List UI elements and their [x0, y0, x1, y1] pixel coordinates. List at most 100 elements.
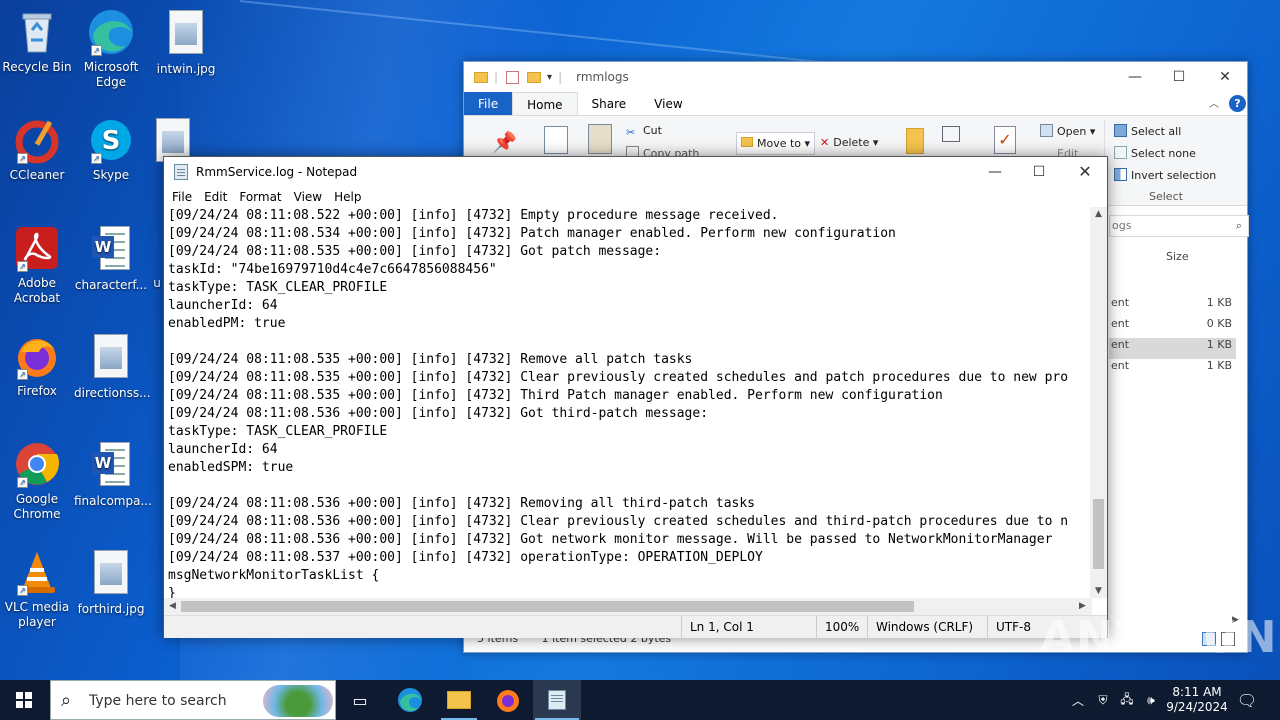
cut-button[interactable]: ✂ Cut	[626, 124, 662, 139]
desktop-icon-characterf[interactable]: W characterf...	[74, 224, 148, 293]
minimize-button[interactable]: —	[972, 157, 1018, 187]
vertical-scrollbar[interactable]: ▲ ▼	[1090, 207, 1107, 598]
new-folder-large-icon[interactable]	[906, 128, 924, 154]
desktop-icon-skype[interactable]: S ↗ Skype	[74, 116, 148, 183]
taskbar-firefox[interactable]	[484, 680, 532, 720]
desktop-icon-label: VLC media player	[4, 600, 70, 629]
desktop-icon-microsoft-edge[interactable]: ↗ Microsoft Edge	[74, 8, 148, 90]
editor-line: [09/24/24 08:11:08.536 +00:00] [info] [4…	[168, 532, 1053, 547]
search-icon: ⌕	[61, 690, 72, 711]
scroll-down-arrow-icon[interactable]: ▼	[1090, 586, 1107, 596]
file-row[interactable]: ent 1 KB	[1109, 296, 1236, 317]
select-none-button[interactable]: Select none	[1114, 146, 1196, 160]
chrome-icon: ↗	[13, 440, 61, 488]
maximize-button[interactable]: ☐	[1016, 157, 1062, 187]
taskbar-file-explorer[interactable]	[435, 680, 483, 720]
delete-button[interactable]: ✕ Delete ▾	[820, 132, 878, 153]
desktop-icon-finalcompa[interactable]: W finalcompa...	[74, 440, 152, 509]
tab-home[interactable]: Home	[512, 92, 578, 115]
pin-icon[interactable]: 📌	[492, 130, 517, 154]
collapse-ribbon-icon[interactable]: ︿	[1209, 95, 1219, 110]
quick-access-dropdown-icon[interactable]: ▾	[547, 72, 552, 83]
menu-edit[interactable]: Edit	[198, 187, 233, 207]
separator: |	[494, 70, 499, 84]
desktop-icon-ccleaner[interactable]: ↗ CCleaner	[0, 116, 74, 183]
file-row[interactable]: ent 0 KB	[1109, 317, 1236, 338]
explorer-title-bar[interactable]: | ▾ | rmmlogs — ☐ ✕	[464, 62, 1247, 92]
open-label: Open	[1057, 125, 1087, 138]
notepad-title: RmmService.log - Notepad	[196, 165, 358, 179]
new-item-icon[interactable]	[942, 126, 960, 142]
desktop-icon-intwin-jpg[interactable]: intwin.jpg	[149, 8, 223, 77]
text-editor[interactable]: [09/24/24 08:11:08.522 +00:00] [info] [4…	[164, 207, 1092, 598]
move-folder-icon	[741, 137, 753, 147]
file-row[interactable]: ent 1 KB	[1109, 359, 1236, 380]
taskbar-notepad[interactable]	[533, 680, 581, 720]
skype-icon: S ↗	[87, 116, 135, 164]
editor-line: [09/24/24 08:11:08.535 +00:00] [info] [4…	[168, 388, 943, 403]
select-all-button[interactable]: Select all	[1114, 124, 1181, 138]
paste-icon[interactable]	[588, 124, 612, 154]
scroll-right-arrow-icon[interactable]: ▶	[1074, 601, 1091, 611]
desktop-icon-vlc[interactable]: ↗ VLC media player	[0, 548, 74, 630]
vertical-scroll-thumb[interactable]	[1093, 499, 1104, 569]
clock-time: 8:11 AM	[1172, 685, 1222, 699]
menu-view[interactable]: View	[288, 187, 328, 207]
recycle-bin-icon	[13, 8, 61, 56]
taskbar-search-box[interactable]: ⌕ Type here to search	[50, 680, 336, 720]
scroll-left-arrow-icon[interactable]: ◀	[164, 601, 181, 611]
new-folder-icon[interactable]	[527, 71, 542, 83]
move-to-button[interactable]: Move to ▾	[736, 132, 816, 155]
network-icon[interactable]: 🖧	[1116, 680, 1138, 720]
scroll-up-arrow-icon[interactable]: ▲	[1090, 209, 1107, 219]
desktop-icon-label: directionss...	[74, 386, 151, 400]
menu-help[interactable]: Help	[328, 187, 367, 207]
file-row-selected[interactable]: ent 1 KB	[1109, 338, 1236, 359]
notepad-status-bar: Ln 1, Col 1 100% Windows (CRLF) UTF-8	[164, 615, 1107, 639]
notepad-window[interactable]: RmmService.log - Notepad — ☐ ✕ File Edit…	[163, 156, 1108, 639]
desktop-icon-forthird-jpg[interactable]: forthird.jpg	[74, 548, 148, 617]
help-icon[interactable]: ?	[1229, 95, 1246, 112]
invert-selection-button[interactable]: Invert selection	[1114, 168, 1216, 182]
start-button[interactable]	[0, 680, 48, 720]
move-to-label: Move to	[757, 137, 802, 150]
editor-line: enabledPM: true	[168, 316, 286, 331]
desktop-icon-directionss[interactable]: directionss...	[74, 332, 151, 401]
desktop-icon-firefox[interactable]: ↗ Firefox	[0, 332, 74, 399]
file-size: 1 KB	[1206, 338, 1232, 351]
close-button[interactable]: ✕	[1202, 62, 1248, 92]
size-column-header[interactable]: Size	[1166, 250, 1189, 263]
scissors-icon: ✂	[626, 126, 636, 139]
search-box[interactable]: ogs ⌕	[1109, 215, 1249, 237]
desktop-icon-label: Adobe Acrobat	[13, 276, 61, 305]
properties-large-icon[interactable]: ✓	[994, 126, 1016, 154]
properties-icon[interactable]	[506, 70, 520, 84]
horizontal-scrollbar[interactable]: ◀ ▶	[164, 598, 1092, 615]
tab-view[interactable]: View	[640, 92, 696, 115]
show-hidden-icons[interactable]: ︿	[1068, 680, 1088, 720]
tab-file[interactable]: File	[464, 92, 513, 115]
copy-icon[interactable]	[544, 126, 568, 154]
clock[interactable]: 8:11 AM 9/24/2024	[1164, 680, 1230, 720]
defender-icon[interactable]: ⛨	[1092, 680, 1114, 720]
taskbar-edge[interactable]	[386, 680, 434, 720]
desktop-icon-google-chrome[interactable]: ↗ Google Chrome	[0, 440, 74, 522]
maximize-button[interactable]: ☐	[1156, 62, 1202, 92]
notepad-icon	[174, 164, 188, 180]
volume-icon[interactable]: 🕪	[1140, 680, 1162, 720]
desktop-icon-adobe-acrobat[interactable]: ↗ Adobe Acrobat	[0, 224, 74, 306]
desktop-icon-recycle-bin[interactable]: Recycle Bin	[0, 8, 74, 75]
editor-line: [09/24/24 08:11:08.535 +00:00] [info] [4…	[168, 352, 693, 367]
notepad-title-bar[interactable]: RmmService.log - Notepad — ☐ ✕	[164, 157, 1107, 187]
open-button[interactable]: Open ▾	[1040, 124, 1095, 138]
task-view-button[interactable]: ▭	[336, 680, 384, 720]
notification-center-icon[interactable]: 🗨	[1234, 680, 1260, 720]
close-button[interactable]: ✕	[1062, 157, 1108, 187]
cursor-position: Ln 1, Col 1	[681, 616, 754, 639]
menu-format[interactable]: Format	[233, 187, 287, 207]
minimize-button[interactable]: —	[1112, 62, 1158, 92]
menu-file[interactable]: File	[166, 187, 198, 207]
horizontal-scroll-thumb[interactable]	[181, 601, 914, 612]
tab-share[interactable]: Share	[578, 92, 641, 115]
